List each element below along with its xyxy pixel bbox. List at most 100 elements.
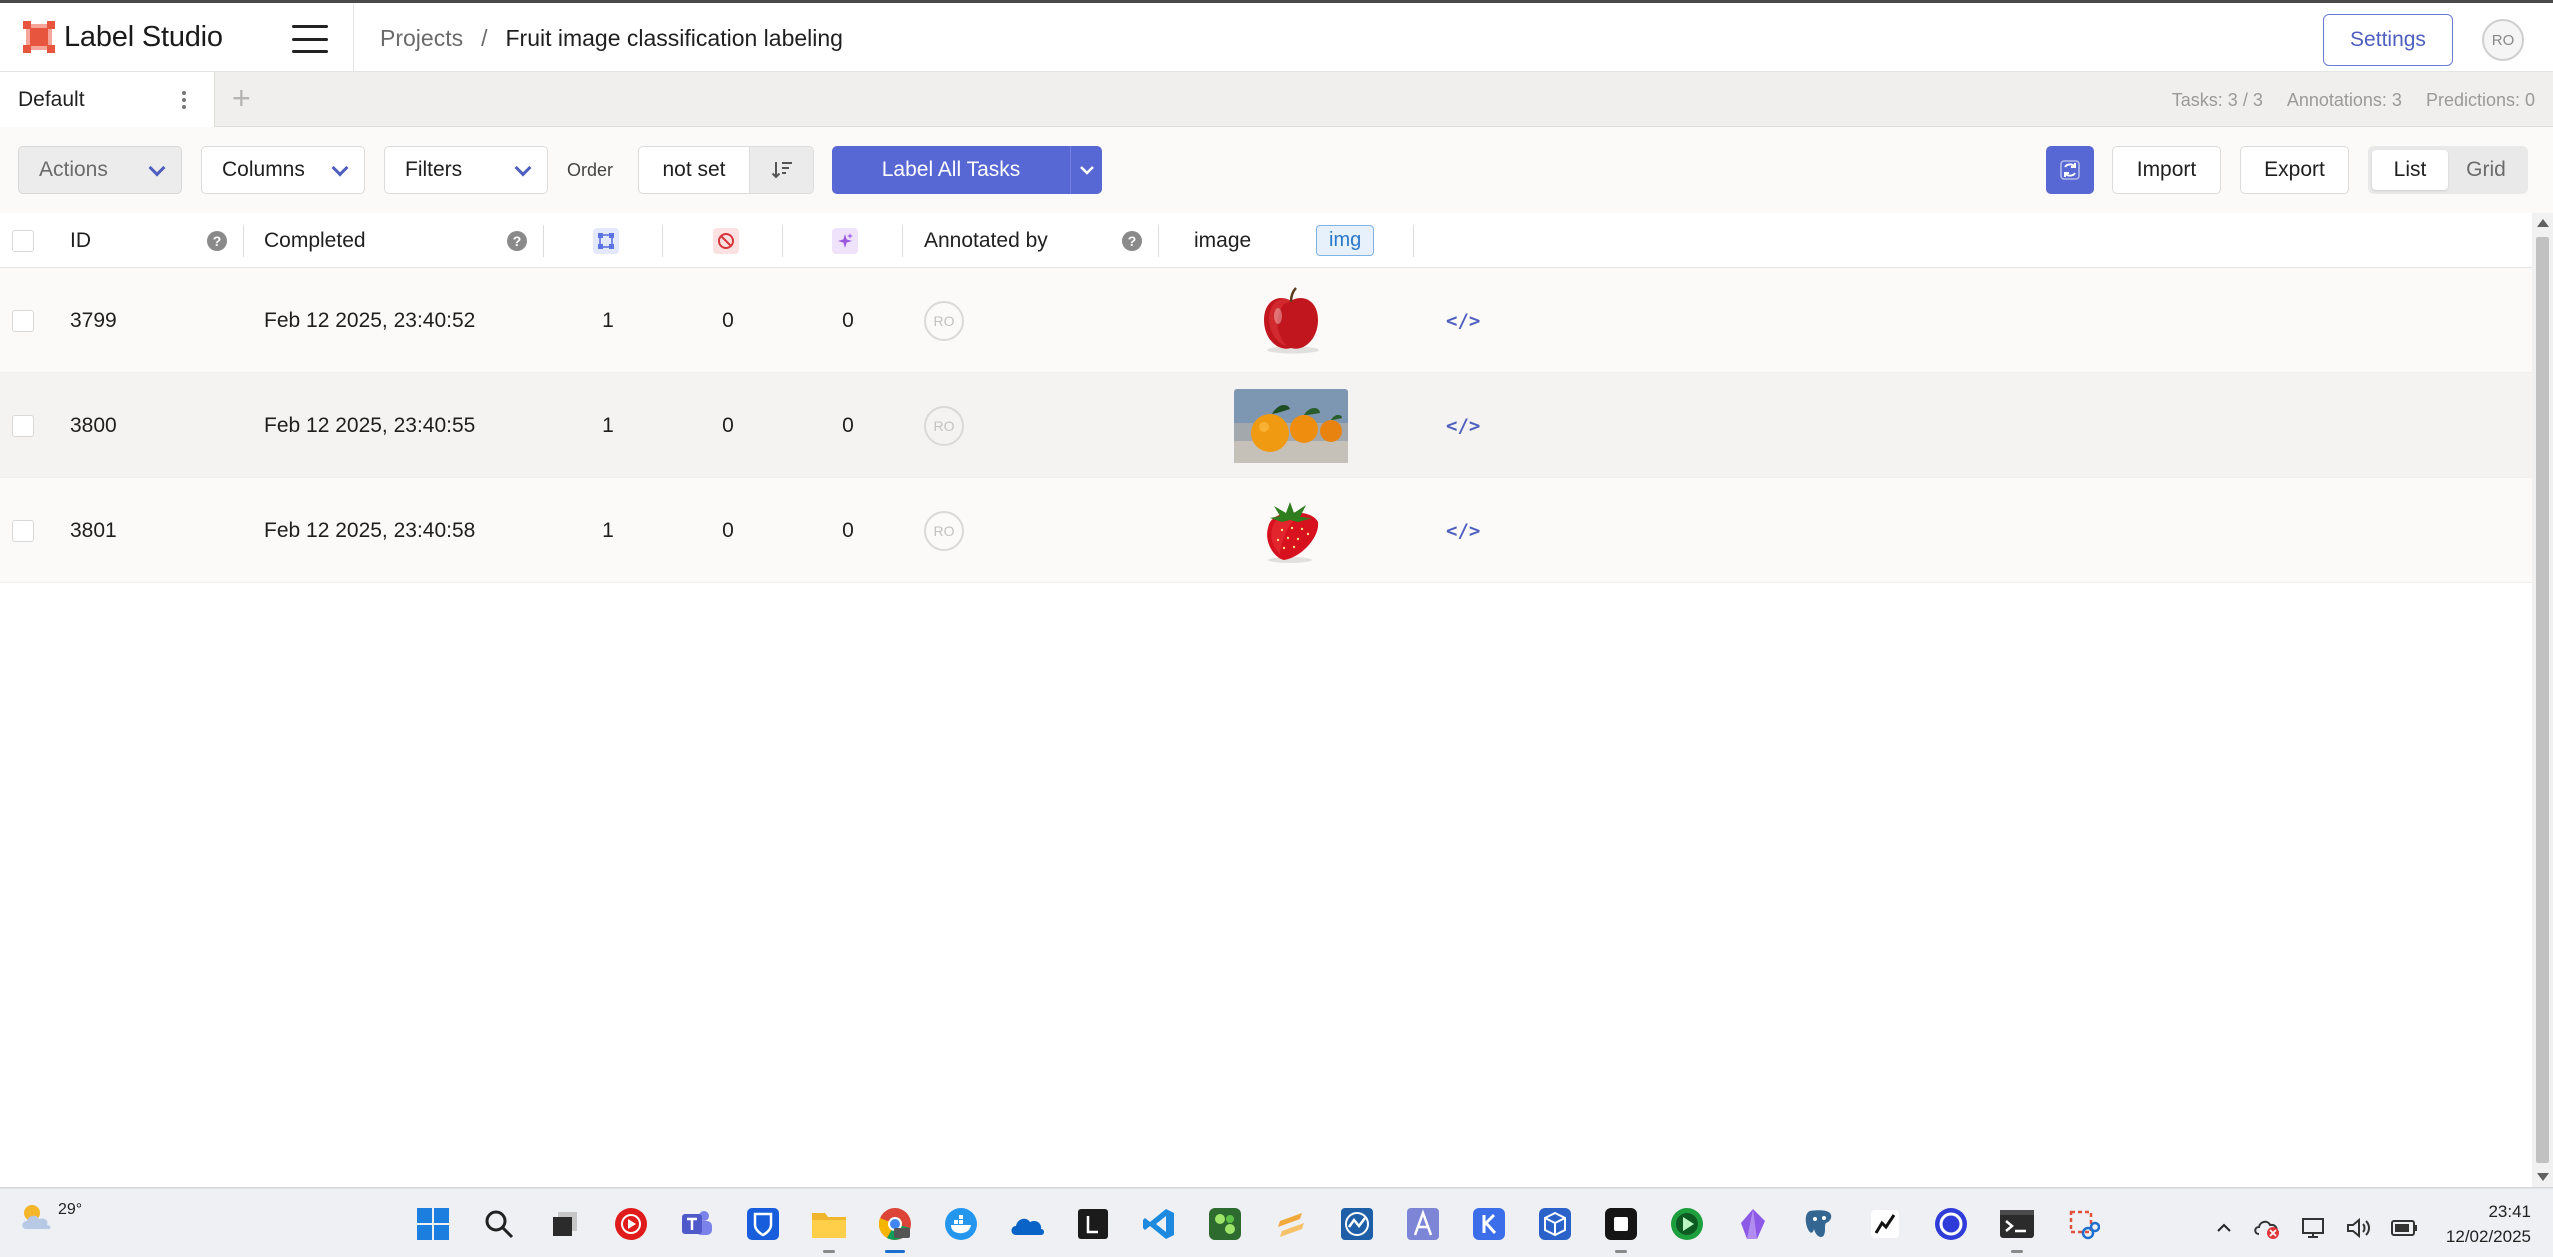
table-row[interactable]: 3800 Feb 12 2025, 23:40:55 1 0 0 RO </> bbox=[0, 373, 2532, 478]
import-button[interactable]: Import bbox=[2112, 146, 2221, 194]
row-select-cell bbox=[12, 373, 34, 478]
actions-label: Actions bbox=[39, 158, 108, 181]
project-title: Fruit image classification labeling bbox=[505, 25, 843, 51]
column-id[interactable]: ID bbox=[70, 213, 91, 268]
column-image[interactable]: image bbox=[1194, 213, 1251, 268]
select-all-checkbox[interactable] bbox=[12, 229, 34, 252]
label-studio-app-icon[interactable] bbox=[1070, 1201, 1116, 1247]
scroll-up-icon[interactable] bbox=[2537, 219, 2549, 227]
row-image[interactable] bbox=[1234, 268, 1348, 373]
app-chart-icon[interactable] bbox=[1334, 1201, 1380, 1247]
column-completed[interactable]: Completed bbox=[264, 213, 366, 268]
scroll-down-icon[interactable] bbox=[2537, 1173, 2549, 1181]
vscode-icon[interactable] bbox=[1136, 1201, 1182, 1247]
image-type-tag: img bbox=[1316, 225, 1375, 256]
filters-dropdown[interactable]: Filters bbox=[384, 146, 548, 194]
youtube-music-icon[interactable] bbox=[608, 1201, 654, 1247]
view-grid-option[interactable]: Grid bbox=[2448, 150, 2524, 190]
menu-icon[interactable] bbox=[292, 25, 328, 53]
columns-dropdown[interactable]: Columns bbox=[201, 146, 365, 194]
tab-default[interactable]: Default bbox=[0, 72, 215, 127]
windows-taskbar: 29° 23:41 12/02/2025 bbox=[0, 1188, 2553, 1257]
onedrive-icon[interactable] bbox=[1004, 1201, 1050, 1247]
app-name: Label Studio bbox=[64, 20, 223, 53]
column-annotations[interactable] bbox=[593, 213, 619, 268]
annotator-avatar: RO bbox=[924, 300, 964, 341]
refresh-icon[interactable] bbox=[2046, 146, 2094, 194]
tab-options-icon[interactable] bbox=[182, 91, 186, 109]
teams-icon[interactable] bbox=[674, 1201, 720, 1247]
row-image[interactable] bbox=[1234, 478, 1348, 583]
column-annotated-by-help[interactable]: ? bbox=[1122, 213, 1142, 268]
add-tab-button[interactable]: + bbox=[232, 82, 251, 114]
chrome-dev-icon[interactable] bbox=[872, 1201, 918, 1253]
breadcrumb-projects-link[interactable]: Projects bbox=[380, 25, 463, 52]
bitwarden-icon[interactable] bbox=[740, 1201, 786, 1247]
chevron-up-icon[interactable] bbox=[2210, 1205, 2238, 1251]
row-predictions: 0 bbox=[842, 518, 854, 542]
row-checkbox[interactable] bbox=[12, 414, 34, 437]
postgres-icon[interactable] bbox=[1796, 1201, 1842, 1247]
column-annotated-by[interactable]: Annotated by bbox=[924, 213, 1048, 268]
app-box-icon[interactable] bbox=[1598, 1201, 1644, 1253]
terminal-icon[interactable] bbox=[1994, 1201, 2040, 1253]
cloud-sync-icon[interactable] bbox=[2250, 1205, 2284, 1251]
app-orange-icon[interactable] bbox=[1268, 1201, 1314, 1247]
network-icon[interactable] bbox=[2296, 1205, 2330, 1251]
row-completed: Feb 12 2025, 23:40:55 bbox=[264, 413, 476, 437]
tab-default-label: Default bbox=[18, 87, 85, 111]
view-list-option[interactable]: List bbox=[2372, 150, 2448, 190]
oranges-image[interactable] bbox=[1234, 388, 1348, 463]
actions-dropdown[interactable]: Actions bbox=[18, 146, 182, 194]
column-completed-help[interactable]: ? bbox=[507, 213, 527, 268]
label-all-tasks-button[interactable]: Label All Tasks bbox=[832, 146, 1102, 194]
app-font-icon[interactable] bbox=[1400, 1201, 1446, 1247]
app-ring-icon[interactable] bbox=[1928, 1201, 1974, 1247]
weather-widget[interactable]: 29° bbox=[18, 1199, 82, 1249]
scrollbar-thumb[interactable] bbox=[2536, 237, 2549, 1163]
chevron-down-icon bbox=[514, 159, 532, 177]
app-green-icon[interactable] bbox=[1202, 1201, 1248, 1247]
column-predictions[interactable] bbox=[832, 213, 858, 268]
help-icon: ? bbox=[507, 230, 527, 251]
table-row[interactable]: 3801 Feb 12 2025, 23:40:58 1 0 0 RO </> bbox=[0, 478, 2532, 583]
app-crystal-icon[interactable] bbox=[1730, 1201, 1776, 1247]
row-checkbox[interactable] bbox=[12, 309, 34, 332]
table-header: ID ? Completed ? Annotated by ? image im… bbox=[0, 213, 2532, 268]
file-explorer-icon[interactable] bbox=[806, 1201, 852, 1253]
row-source-code-icon[interactable]: </> bbox=[1446, 478, 1480, 583]
column-image-label: image bbox=[1194, 228, 1252, 252]
app-play-icon[interactable] bbox=[1664, 1201, 1710, 1247]
export-button[interactable]: Export bbox=[2240, 146, 2349, 194]
system-clock[interactable]: 23:41 12/02/2025 bbox=[2446, 1199, 2531, 1249]
sort-direction-icon[interactable] bbox=[749, 147, 813, 193]
user-avatar[interactable]: RO bbox=[2482, 19, 2524, 61]
row-image[interactable] bbox=[1234, 373, 1348, 478]
vertical-scrollbar[interactable] bbox=[2532, 213, 2553, 1187]
row-source-code-icon[interactable]: </> bbox=[1446, 373, 1480, 478]
search-icon[interactable] bbox=[476, 1201, 522, 1247]
table-row[interactable]: 3799 Feb 12 2025, 23:40:52 1 0 0 RO </> bbox=[0, 268, 2532, 373]
label-all-tasks-label: Label All Tasks bbox=[881, 158, 1021, 181]
taskbar-apps bbox=[410, 1201, 2106, 1253]
row-checkbox[interactable] bbox=[12, 519, 34, 542]
windows-start-icon[interactable] bbox=[410, 1201, 456, 1247]
column-id-help[interactable]: ? bbox=[207, 213, 227, 268]
strawberry-image[interactable] bbox=[1234, 494, 1348, 568]
order-select[interactable]: not set bbox=[639, 147, 749, 193]
volume-icon[interactable] bbox=[2342, 1205, 2376, 1251]
app-cube-icon[interactable] bbox=[1532, 1201, 1578, 1247]
app-pen-icon[interactable] bbox=[1862, 1201, 1908, 1247]
cancelled-count-icon bbox=[713, 227, 739, 254]
settings-button[interactable]: Settings bbox=[2323, 14, 2453, 66]
column-annotated-by-label: Annotated by bbox=[924, 228, 1048, 252]
column-cancelled[interactable] bbox=[713, 213, 739, 268]
snipping-tool-icon[interactable] bbox=[2060, 1201, 2106, 1247]
row-source-code-icon[interactable]: </> bbox=[1446, 268, 1480, 373]
task-view-icon[interactable] bbox=[542, 1201, 588, 1247]
battery-icon[interactable] bbox=[2388, 1205, 2422, 1251]
caret-down-icon[interactable] bbox=[1071, 165, 1102, 175]
apple-image[interactable] bbox=[1234, 284, 1348, 358]
docker-icon[interactable] bbox=[938, 1201, 984, 1247]
app-k-icon[interactable] bbox=[1466, 1201, 1512, 1247]
